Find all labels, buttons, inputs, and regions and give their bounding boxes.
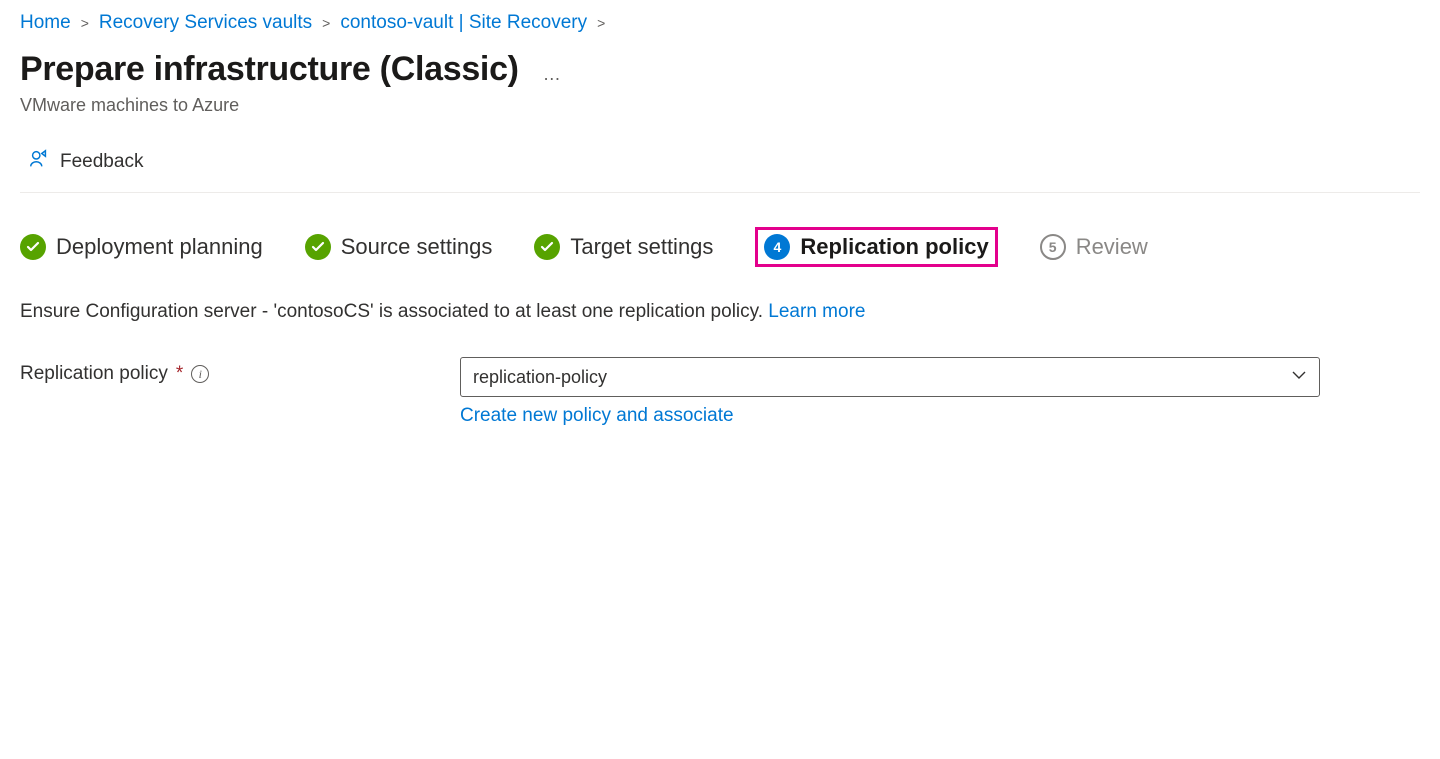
feedback-icon xyxy=(28,148,50,176)
check-icon xyxy=(305,234,331,260)
required-indicator: * xyxy=(176,363,183,385)
toolbar: Feedback xyxy=(20,144,1420,193)
chevron-down-icon xyxy=(1291,367,1307,388)
breadcrumb-vaults[interactable]: Recovery Services vaults xyxy=(99,12,312,34)
wizard-steps: Deployment planning Source settings Targ… xyxy=(20,227,1420,267)
breadcrumb-home[interactable]: Home xyxy=(20,12,71,34)
step-label: Deployment planning xyxy=(56,234,263,260)
chevron-right-icon: > xyxy=(81,15,89,31)
info-icon[interactable]: i xyxy=(191,365,209,383)
dropdown-value: replication-policy xyxy=(473,367,607,388)
form-row-replication-policy: Replication policy * i replication-polic… xyxy=(20,357,1420,427)
chevron-right-icon: > xyxy=(322,15,330,31)
step-label: Replication policy xyxy=(800,234,988,260)
step-label: Review xyxy=(1076,234,1148,260)
learn-more-link[interactable]: Learn more xyxy=(768,301,865,322)
step-label: Target settings xyxy=(570,234,713,260)
step-review[interactable]: 5 Review xyxy=(1040,234,1148,260)
page-subtitle: VMware machines to Azure xyxy=(20,95,1420,116)
check-icon xyxy=(534,234,560,260)
step-number-icon: 5 xyxy=(1040,234,1066,260)
description-text: Ensure Configuration server - 'contosoCS… xyxy=(20,301,768,322)
step-label: Source settings xyxy=(341,234,493,260)
breadcrumb: Home > Recovery Services vaults > contos… xyxy=(20,12,1420,34)
replication-policy-dropdown[interactable]: replication-policy xyxy=(460,357,1320,397)
step-number-icon: 4 xyxy=(764,234,790,260)
create-policy-link[interactable]: Create new policy and associate xyxy=(460,405,734,427)
more-menu-icon[interactable]: … xyxy=(543,64,562,85)
step-replication-policy[interactable]: 4 Replication policy xyxy=(755,227,997,267)
step-description: Ensure Configuration server - 'contosoCS… xyxy=(20,301,1420,323)
check-icon xyxy=(20,234,46,260)
breadcrumb-vault-site-recovery[interactable]: contoso-vault | Site Recovery xyxy=(340,12,587,34)
feedback-label: Feedback xyxy=(60,151,143,173)
chevron-right-icon: > xyxy=(597,15,605,31)
field-label: Replication policy xyxy=(20,363,168,385)
step-deployment-planning[interactable]: Deployment planning xyxy=(20,234,263,260)
step-source-settings[interactable]: Source settings xyxy=(305,234,493,260)
page-title: Prepare infrastructure (Classic) xyxy=(20,50,519,89)
feedback-button[interactable]: Feedback xyxy=(20,144,151,180)
step-target-settings[interactable]: Target settings xyxy=(534,234,713,260)
